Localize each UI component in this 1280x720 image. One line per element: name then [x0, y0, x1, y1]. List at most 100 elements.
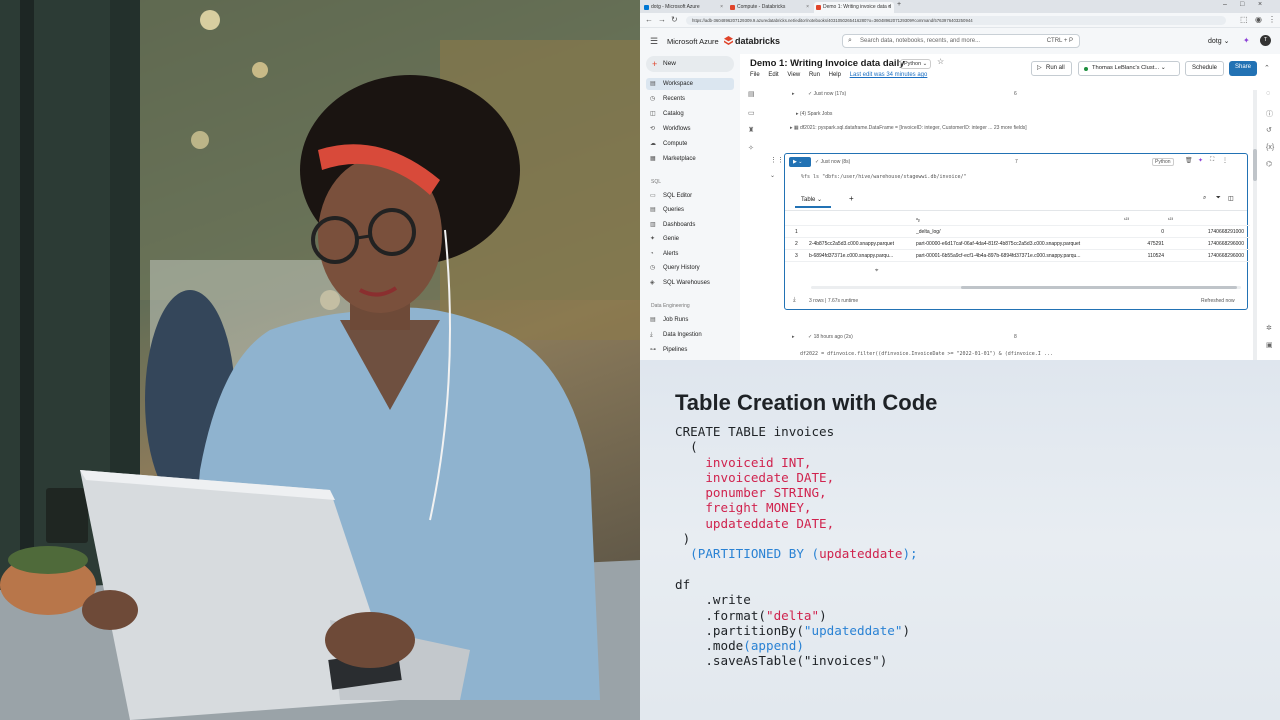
reload-icon[interactable]: ↻	[671, 15, 678, 24]
cluster-selector[interactable]: Thomas LeBlanc's Clust... ⌄	[1078, 61, 1180, 76]
profile-icon[interactable]: ◉	[1255, 15, 1262, 24]
close-window-icon[interactable]: ×	[1258, 1, 1262, 8]
code-line: )	[902, 622, 911, 638]
sidebar-item-alerts[interactable]: ◔ Alerts	[646, 248, 734, 260]
sidebar-item-marketplace[interactable]: ▦ Marketplace	[646, 153, 734, 165]
new-button[interactable]: + New	[646, 56, 734, 72]
environment-icon[interactable]: ⌬	[1266, 160, 1276, 168]
assistant-cell-icon[interactable]: ✦	[1198, 157, 1203, 164]
collapse-icon[interactable]: ⌃	[1264, 64, 1270, 72]
search-input[interactable]: ⌕ Search data, notebooks, recents, and m…	[842, 34, 1080, 48]
sidebar-item-data-ingestion[interactable]: ⤓ Data Ingestion	[646, 329, 734, 341]
cell8-code[interactable]: df2022 = dfinvoice.filter((dfinvoice.Inv…	[800, 351, 1053, 357]
toc-icon[interactable]: ▤	[748, 90, 758, 98]
table-row[interactable]: 3 b-6894fd37371e.c000.snappy.parqu... pa…	[785, 250, 1250, 262]
more-icon[interactable]: ⋮	[1268, 15, 1276, 24]
url-field[interactable]: https://adb-3604896207129309.9.azuredata…	[686, 16, 1226, 25]
cell-more-icon[interactable]: ⋮	[1222, 157, 1228, 164]
code-line: .saveAsTable("invoices")	[675, 653, 888, 669]
schedule-button[interactable]: Schedule	[1185, 61, 1225, 76]
extensions-icon[interactable]: ⬚	[1240, 15, 1248, 24]
sidebar-item-queries[interactable]: ▤ Queries	[646, 204, 734, 216]
drag-handle-icon[interactable]: ⋮⋮	[770, 156, 784, 164]
column-header-size[interactable]: ¹²³ size	[1124, 214, 1129, 226]
close-icon[interactable]: ×	[888, 2, 891, 13]
history-icon[interactable]: ↺	[1266, 126, 1276, 134]
scrollbar-thumb[interactable]	[961, 286, 1237, 289]
cell6-status-text: Just now (17s)	[813, 91, 847, 97]
cell-language-badge[interactable]: Python	[1152, 158, 1174, 166]
close-icon[interactable]: ×	[720, 2, 723, 13]
maximize-icon[interactable]: □	[1240, 1, 1244, 8]
expand-icon[interactable]: ▸	[792, 91, 795, 97]
sidebar-item-recents[interactable]: ◷ Recents	[646, 93, 734, 105]
expand-icon[interactable]: ▸	[792, 334, 795, 340]
sidebar-item-pipelines[interactable]: ⊶ Pipelines	[646, 344, 734, 356]
star-icon[interactable]: ☆	[937, 57, 944, 66]
table-row[interactable]: 1 _delta_log/ 0 1740668291000	[785, 226, 1250, 238]
menu-edit[interactable]: Edit	[768, 72, 778, 78]
search-results-icon[interactable]: ⌕	[1203, 195, 1206, 202]
sidebar-item-job-runs[interactable]: ▤ Job Runs	[646, 314, 734, 326]
notebook-title[interactable]: Demo 1: Writing Invoice data daily	[750, 58, 905, 69]
back-icon[interactable]: ←	[645, 15, 653, 24]
add-visualization-icon[interactable]: +	[849, 194, 854, 203]
browser-tab-notebook[interactable]: Demo 1: Writing invoice data d ×	[814, 2, 894, 13]
delete-icon[interactable]: 🗑	[1185, 157, 1193, 164]
menu-icon[interactable]: ☰	[650, 36, 658, 47]
avatar[interactable]: T	[1260, 35, 1271, 46]
result-tab-table[interactable]: Table ⌄	[801, 196, 822, 203]
info-icon[interactable]: ⓘ	[1266, 109, 1276, 119]
columns-icon[interactable]: ◫	[1228, 195, 1234, 202]
last-edit-link[interactable]: Last edit was 34 minutes ago	[850, 72, 928, 78]
cell7-code[interactable]: %fs ls "dbfs:/user/hive/warehouse/stagew…	[801, 174, 967, 180]
sidebar-item-genie[interactable]: ✦ Genie	[646, 233, 734, 245]
azure-brand[interactable]: Microsoft Azure	[667, 37, 719, 46]
menu-file[interactable]: File	[750, 72, 760, 78]
column-header-name[interactable]: ᵃᵦ name	[916, 214, 920, 226]
table-row[interactable]: 2 2-4b875cc2a5d3.c000.snappy.parquet par…	[785, 238, 1250, 250]
sidebar-item-sql-editor[interactable]: ▭ SQL Editor	[646, 190, 734, 202]
workspace-switcher[interactable]: dotg ⌄	[1208, 37, 1229, 45]
sidebar-item-catalog[interactable]: ◫ Catalog	[646, 108, 734, 120]
panel-toggle-icon[interactable]: ▣	[1266, 341, 1276, 349]
databricks-brand[interactable]: databricks	[735, 36, 780, 46]
run-cell-button[interactable]: ▶ ⌄	[789, 157, 811, 167]
download-icon[interactable]: ⤓	[793, 297, 796, 304]
fullscreen-icon[interactable]: ⛶	[1210, 157, 1214, 164]
sidebar-item-workspace[interactable]: ▤ Workspace	[646, 78, 734, 90]
menu-view[interactable]: View	[787, 72, 800, 78]
run-all-button[interactable]: ▷ Run all	[1031, 61, 1072, 76]
share-button[interactable]: Share	[1229, 61, 1258, 76]
genie-icon: ✦	[650, 236, 656, 242]
vertical-scrollbar[interactable]	[1253, 90, 1257, 360]
minimize-icon[interactable]: –	[1223, 1, 1227, 8]
cell-7[interactable]: ▶ ⌄ ✓ Just now (8s) 7 Python 🗑 ✦ ⛶ ⋮ %fs…	[784, 153, 1250, 310]
sidebar-item-query-history[interactable]: ◷ Query History	[646, 262, 734, 274]
sidebar-item-compute[interactable]: ☁ Compute	[646, 138, 734, 150]
assistant-icon[interactable]: ✦	[1243, 36, 1250, 45]
sidebar-item-workflows[interactable]: ⟲ Workflows	[646, 123, 734, 135]
browser-tab-azure[interactable]: dotg - Microsoft Azure ×	[642, 2, 726, 13]
variables-icon[interactable]: {x}	[1266, 144, 1276, 151]
forward-icon[interactable]: →	[658, 15, 666, 24]
menu-run[interactable]: Run	[809, 72, 820, 78]
assistant-small-icon[interactable]: ✧	[748, 144, 758, 152]
close-icon[interactable]: ×	[806, 2, 809, 13]
filter-icon[interactable]: ⏷	[1216, 195, 1221, 202]
spark-jobs-link[interactable]: ▸ (4) Spark Jobs	[796, 111, 832, 117]
comment-icon[interactable]: ◌	[1266, 90, 1276, 97]
browser-tab-compute[interactable]: Compute - Databricks ×	[728, 2, 812, 13]
sidebar-item-dashboards[interactable]: ▥ Dashboards	[646, 219, 734, 231]
vertical-scrollbar-thumb[interactable]	[1253, 149, 1257, 181]
new-tab-button[interactable]: +	[897, 1, 901, 8]
settings-icon[interactable]: ✲	[1266, 324, 1276, 332]
column-header-modification-time[interactable]: ¹²³ modificationTime	[1168, 214, 1173, 226]
sidebar-item-sql-warehouses[interactable]: ◈ SQL Warehouses	[646, 277, 734, 289]
language-selector[interactable]: Python ⌄	[900, 59, 932, 69]
folder-icon[interactable]: ▭	[748, 109, 758, 117]
collapse-cell-icon[interactable]: ⌄	[770, 172, 775, 179]
bell-icon: ◔	[650, 251, 654, 257]
menu-help[interactable]: Help	[829, 72, 841, 78]
catalog-small-icon[interactable]: ♜	[748, 126, 758, 134]
